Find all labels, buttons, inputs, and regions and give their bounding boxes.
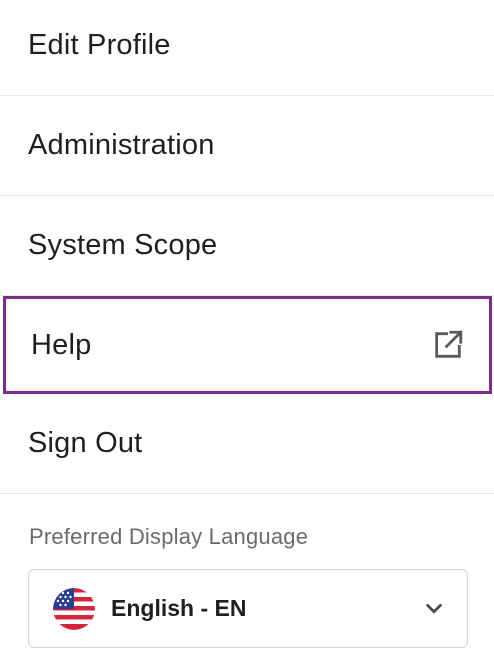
language-selected-value: English - EN: [111, 595, 247, 621]
account-menu: Edit Profile Administration System Scope…: [0, 0, 494, 494]
menu-item-label: Sign Out: [28, 427, 143, 459]
language-select[interactable]: English - EN: [28, 569, 468, 648]
us-flag-icon: [53, 587, 95, 630]
chevron-down-icon[interactable]: [423, 598, 445, 620]
menu-item-label: Edit Profile: [28, 29, 171, 61]
external-link-icon: [435, 330, 463, 358]
menu-item-label: Help: [31, 328, 92, 361]
menu-item-edit-profile[interactable]: Edit Profile: [0, 0, 494, 96]
menu-item-system-scope[interactable]: System Scope: [0, 196, 494, 296]
menu-item-label: System Scope: [28, 229, 218, 261]
menu-item-sign-out[interactable]: Sign Out: [0, 394, 494, 494]
menu-item-help[interactable]: Help: [3, 296, 492, 394]
menu-item-administration[interactable]: Administration: [0, 96, 494, 196]
menu-item-label: Administration: [28, 129, 215, 161]
language-label: Preferred Display Language: [29, 524, 309, 549]
